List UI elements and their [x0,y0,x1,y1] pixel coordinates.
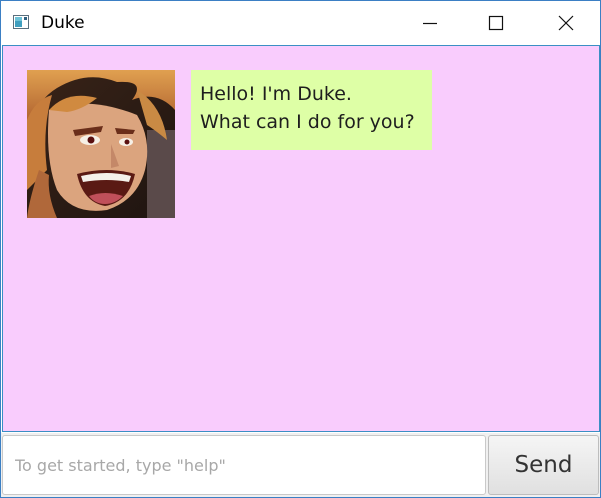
minimize-button[interactable] [407,1,453,45]
duke-avatar [27,70,175,218]
user-input[interactable] [2,435,486,495]
dialog-text: Hello! I'm Duke. What can I do for you? [191,70,432,150]
dialog-line: Hello! I'm Duke. [200,83,352,105]
send-button[interactable]: Send [488,435,599,495]
java-app-icon [13,14,29,30]
maximize-button[interactable] [473,1,519,45]
dialog-container[interactable]: Hello! I'm Duke. What can I do for you? [2,45,600,432]
maximize-icon [488,15,504,31]
title-bar[interactable]: Duke [1,1,600,45]
window-title: Duke [41,13,85,33]
close-icon [558,15,574,31]
minimize-icon [423,22,437,25]
dialog-line: What can I do for you? [200,111,415,133]
close-button[interactable] [543,1,589,45]
app-window: Duke Hello! I'm Duke. What can I do for … [0,0,601,498]
input-bar: Send [1,433,600,497]
